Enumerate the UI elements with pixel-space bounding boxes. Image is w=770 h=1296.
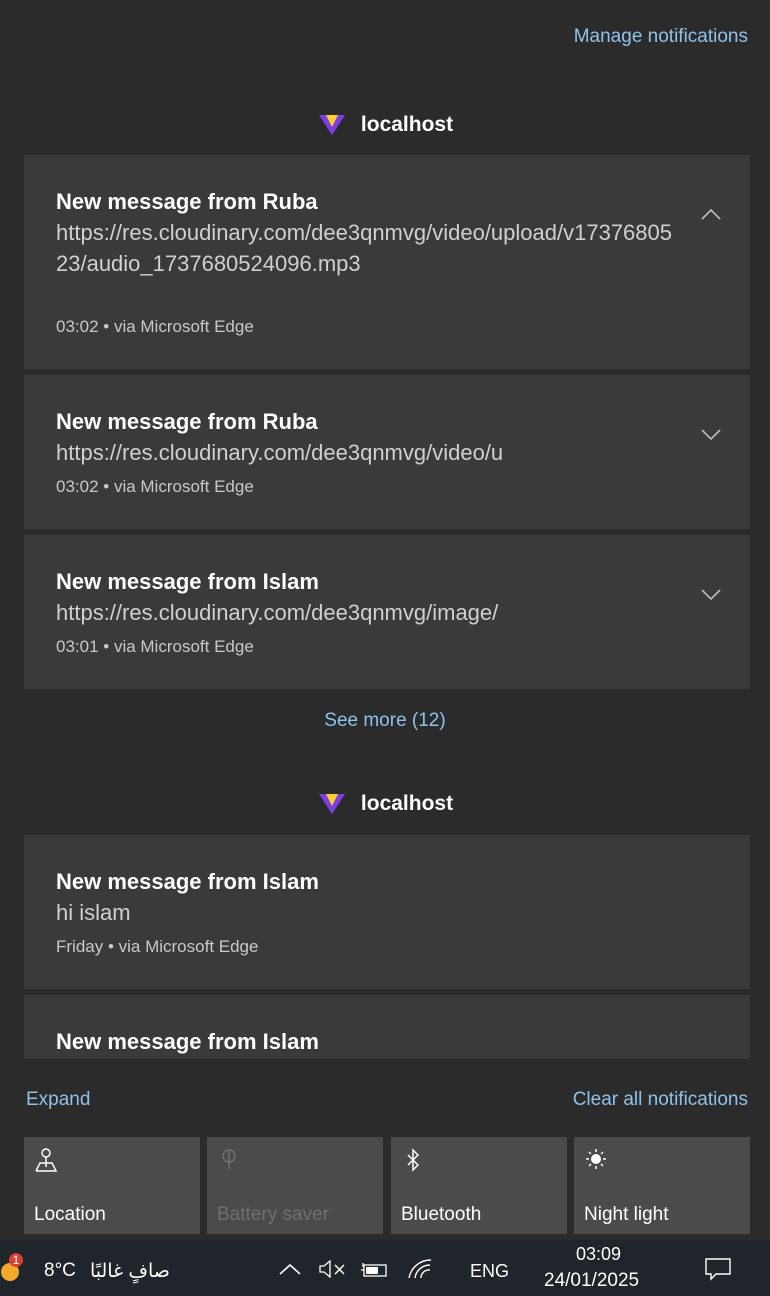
tile-label: Bluetooth [401,1204,482,1225]
notification-title: New message from Ruba [56,189,318,214]
notification-body: https://res.cloudinary.com/dee3qnmvg/vid… [56,440,504,465]
battery-icon[interactable] [360,1262,390,1278]
taskbar: 1 8°C صافٍ غالبًا ENG 03:09 24/01/2025 [0,1240,770,1296]
notification-title: New message from Islam [56,569,319,594]
app-icon [318,115,345,135]
notification-title: New message from Islam [56,1029,319,1054]
notification-title: New message from Islam [56,869,319,894]
group-header-localhost[interactable]: localhost [0,789,770,819]
notification-card[interactable]: New message from Islam https://res.cloud… [24,535,750,689]
notification-title: New message from Ruba [56,409,318,434]
group-header-localhost[interactable]: localhost [0,110,770,140]
notification-card[interactable]: New message from Islam [24,995,750,1059]
group-app-name: localhost [360,792,454,815]
volume-muted-icon[interactable] [318,1260,348,1278]
see-more-link[interactable]: See more (12) [0,710,770,732]
clear-all-notifications-link[interactable]: Clear all notifications [573,1089,748,1111]
notification-meta: 03:02 • via Microsoft Edge [56,317,254,336]
night-light-icon [586,1149,606,1169]
chevron-down-icon[interactable] [700,587,722,601]
tile-label: Night light [584,1204,669,1225]
action-center-panel: Manage notifications localhost New messa… [0,0,770,1240]
notification-card[interactable]: New message from Ruba https://res.cloudi… [24,155,750,369]
weather-desc[interactable]: صافٍ غالبًا [90,1260,170,1283]
bluetooth-tile[interactable]: Bluetooth [391,1137,567,1234]
notification-body: https://res.cloudinary.com/dee3qnmvg/ima… [56,600,499,625]
notification-body: hi islam [56,900,131,925]
language-indicator[interactable]: ENG [470,1261,509,1282]
notification-meta: 03:01 • via Microsoft Edge [56,637,254,656]
action-center-icon[interactable] [704,1257,732,1281]
notification-body: https://res.cloudinary.com/dee3qnmvg/vid… [56,220,672,276]
expand-link[interactable]: Expand [26,1089,90,1111]
manage-notifications-link[interactable]: Manage notifications [574,26,748,48]
battery-saver-tile[interactable]: Battery saver [207,1137,383,1234]
location-icon [35,1148,58,1172]
chevron-up-icon[interactable] [278,1262,302,1276]
weather-widget[interactable]: 1 [0,1252,26,1284]
group-app-name: localhost [360,113,454,136]
app-icon [318,794,345,814]
weather-temp[interactable]: 8°C [44,1260,76,1282]
clock-time[interactable]: 03:09 [576,1244,621,1265]
tile-label: Location [34,1204,106,1225]
tile-label: Battery saver [217,1204,329,1225]
weather-badge: 1 [12,1253,20,1267]
wifi-icon[interactable] [406,1258,434,1280]
chevron-down-icon[interactable] [700,427,722,441]
notification-meta: Friday • via Microsoft Edge [56,937,259,956]
bluetooth-icon [407,1148,420,1172]
notification-meta: 03:02 • via Microsoft Edge [56,477,254,496]
chevron-up-icon[interactable] [700,207,722,221]
night-light-tile[interactable]: Night light [574,1137,750,1234]
notification-card[interactable]: New message from Ruba https://res.cloudi… [24,375,750,529]
notification-card[interactable]: New message from Islam hi islam Friday •… [24,835,750,989]
location-tile[interactable]: Location [24,1137,200,1234]
battery-saver-icon [222,1149,236,1169]
clock-date[interactable]: 24/01/2025 [544,1270,639,1292]
